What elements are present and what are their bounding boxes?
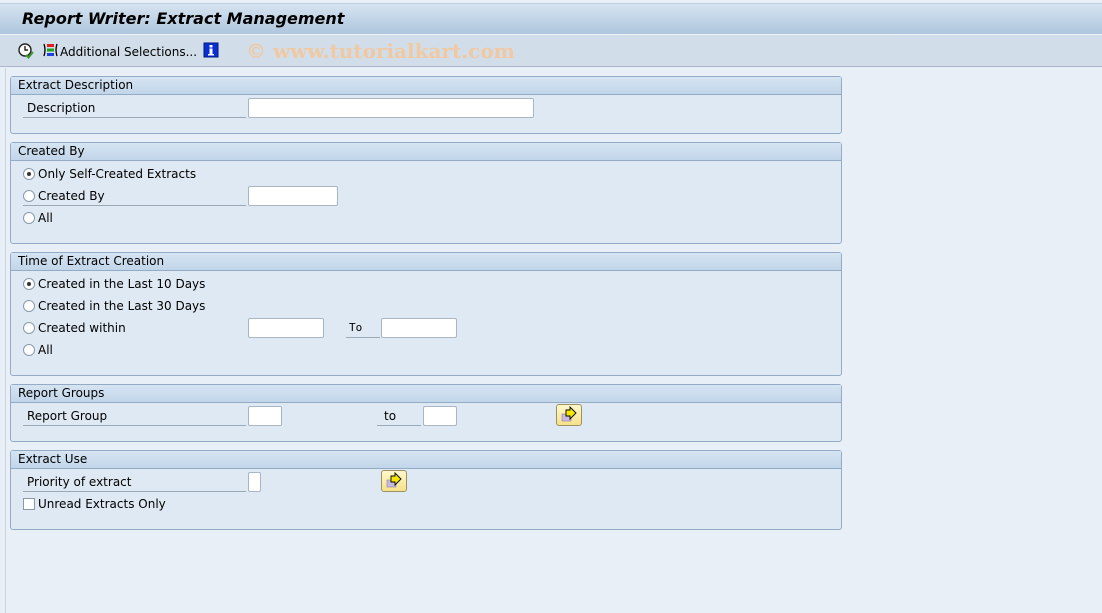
title-bar: Report Writer: Extract Management xyxy=(0,3,1102,34)
radio-button[interactable] xyxy=(23,300,35,312)
radio-created-within[interactable]: Created within xyxy=(23,318,126,338)
created-to-input[interactable] xyxy=(381,318,457,338)
radio-label: All xyxy=(38,343,53,357)
group-extract-use: Extract Use Priority of extract Unread E… xyxy=(10,450,842,530)
priority-label: Priority of extract xyxy=(23,472,246,492)
report-group-label: Report Group xyxy=(23,406,246,426)
multiple-selection-icon xyxy=(42,42,58,61)
radio-label: Created within xyxy=(38,321,126,335)
radio-label: Only Self-Created Extracts xyxy=(38,167,197,181)
watermark: © www.tutorialkart.com xyxy=(246,39,515,63)
checkbox-label: Unread Extracts Only xyxy=(38,497,166,511)
to-label: to xyxy=(377,406,421,426)
description-label: Description xyxy=(23,98,246,118)
radio-only-self-created[interactable]: Only Self-Created Extracts xyxy=(23,164,196,184)
radio-label: Created By xyxy=(38,188,105,203)
report-group-to-input[interactable] xyxy=(423,406,457,426)
application-toolbar: Additional Selections... © www.tutorialk… xyxy=(0,34,1102,67)
group-header: Report Groups xyxy=(11,385,841,403)
radio-button[interactable] xyxy=(23,278,35,290)
group-report-groups: Report Groups Report Group to xyxy=(10,384,842,442)
page-title: Report Writer: Extract Management xyxy=(22,9,345,28)
radio-last-30-days[interactable]: Created in the Last 30 Days xyxy=(23,296,205,316)
group-time-of-creation: Time of Extract Creation Created in the … xyxy=(10,252,842,376)
radio-button[interactable] xyxy=(23,344,35,356)
radio-last-10-days[interactable]: Created in the Last 10 Days xyxy=(23,274,205,294)
additional-selections-button[interactable]: Additional Selections... xyxy=(42,42,197,61)
radio-label: Created in the Last 10 Days xyxy=(38,277,206,291)
multiple-selection-arrow-icon xyxy=(561,405,577,422)
group-created-by: Created By Only Self-Created Extracts Cr… xyxy=(10,142,842,244)
group-header: Extract Use xyxy=(11,451,841,469)
multiple-selection-arrow-icon xyxy=(386,471,402,488)
radio-label: All xyxy=(38,211,53,225)
info-icon xyxy=(203,42,219,61)
description-input[interactable] xyxy=(248,98,534,118)
radio-button[interactable] xyxy=(23,189,35,202)
radio-button[interactable] xyxy=(23,168,35,180)
multiple-selection-button[interactable] xyxy=(556,404,582,426)
radio-button[interactable] xyxy=(23,322,35,334)
radio-label: Created in the Last 30 Days xyxy=(38,299,206,313)
radio-all[interactable]: All xyxy=(23,208,53,228)
group-header: Created By xyxy=(11,143,841,161)
additional-selections-label: Additional Selections... xyxy=(60,44,198,59)
created-by-input[interactable] xyxy=(248,186,338,206)
group-extract-description: Extract Description Description xyxy=(10,76,842,134)
report-group-from-input[interactable] xyxy=(248,406,282,426)
execute-clock-icon xyxy=(17,42,35,63)
radio-button[interactable] xyxy=(23,212,35,224)
info-button[interactable] xyxy=(203,42,219,61)
selection-screen: Extract Description Description Created … xyxy=(5,68,1102,613)
priority-input[interactable] xyxy=(248,472,261,492)
created-from-input[interactable] xyxy=(248,318,324,338)
to-label: To xyxy=(346,318,380,338)
checkbox[interactable] xyxy=(23,498,35,510)
multiple-selection-button[interactable] xyxy=(381,470,407,492)
radio-all[interactable]: All xyxy=(23,340,53,360)
execute-button[interactable] xyxy=(17,42,35,63)
radio-created-by[interactable]: Created By xyxy=(23,186,246,206)
group-header: Extract Description xyxy=(11,77,841,95)
group-header: Time of Extract Creation xyxy=(11,253,841,271)
unread-extracts-checkbox[interactable]: Unread Extracts Only xyxy=(23,494,166,514)
